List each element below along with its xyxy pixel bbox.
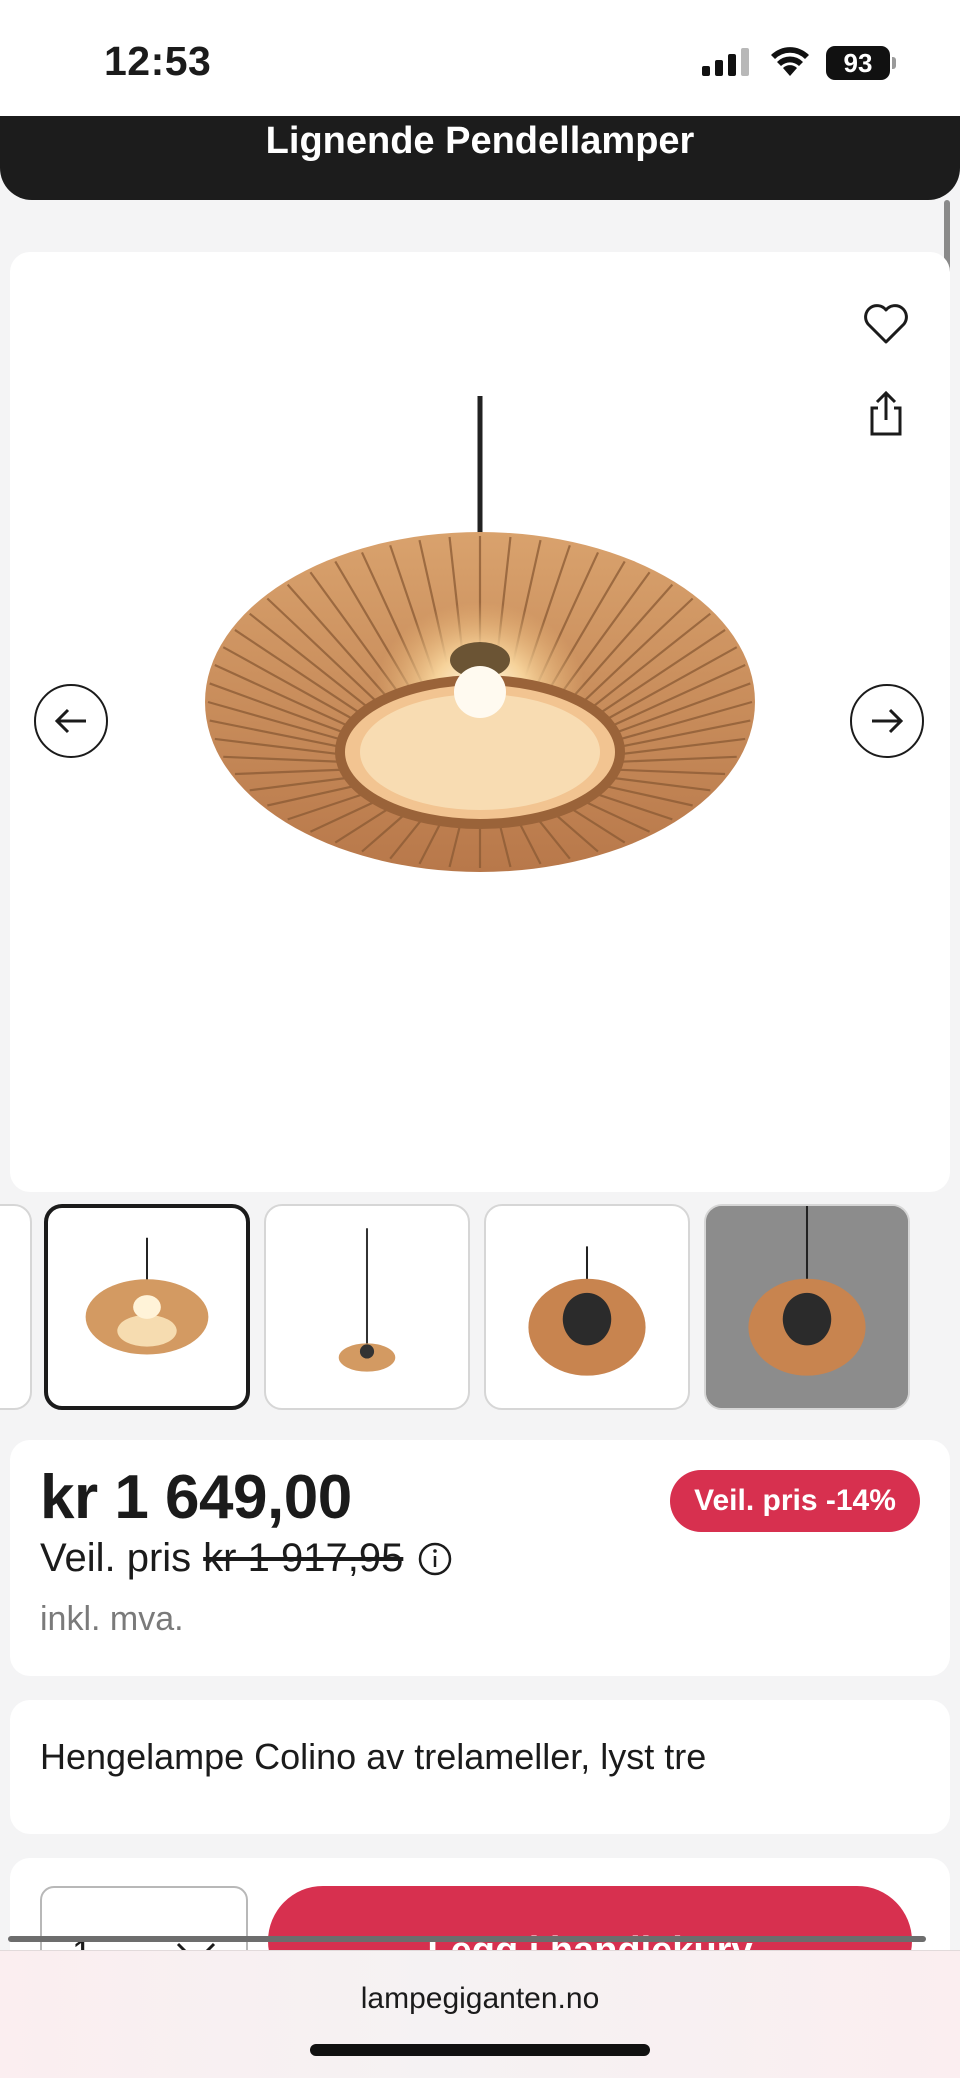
product-image[interactable] [180, 392, 780, 972]
thumbnail-partial[interactable] [0, 1204, 32, 1410]
status-bar: 12:53 93 [0, 0, 960, 116]
heart-icon [864, 304, 908, 344]
url-text[interactable]: lampegiganten.no [0, 1982, 960, 2016]
battery-tip [892, 57, 896, 69]
page-title: Lignende Pendellamper [265, 120, 695, 162]
product-description: Hengelampe Colino av trelameller, lyst t… [40, 1736, 707, 1777]
arrow-left-icon [54, 708, 86, 734]
thumbnail-image [706, 1206, 908, 1408]
wifi-icon [771, 47, 809, 76]
thumbnail-4[interactable] [704, 1204, 910, 1410]
recommended-price: Veil. pris kr 1 917,95 [40, 1536, 453, 1581]
home-indicator [310, 2044, 650, 2056]
recommended-price-label: Veil. pris [40, 1536, 192, 1580]
info-icon[interactable] [417, 1541, 453, 1577]
previous-image-button[interactable] [34, 684, 108, 758]
thumbnail-image [338, 1228, 396, 1372]
thumbnail-image [85, 1237, 209, 1355]
page-load-progress [8, 1936, 926, 1942]
thumbnail-1[interactable] [44, 1204, 250, 1410]
page-header: Lignende Pendellamper [0, 116, 960, 200]
cellular-signal-icon [702, 48, 749, 76]
share-icon [870, 390, 902, 436]
share-button[interactable] [858, 386, 914, 442]
current-price: kr 1 649,00 [40, 1463, 352, 1532]
arrow-right-icon [872, 708, 904, 734]
next-image-button[interactable] [850, 684, 924, 758]
thumbnail-3[interactable] [484, 1204, 690, 1410]
thumbnail-image [528, 1246, 646, 1376]
recommended-price-value: kr 1 917,95 [203, 1536, 404, 1580]
thumbnail-2[interactable] [264, 1204, 470, 1410]
vat-note: inkl. mva. [40, 1600, 184, 1638]
status-time: 12:53 [104, 38, 212, 84]
discount-badge: Veil. pris -14% [670, 1470, 920, 1532]
battery-indicator: 93 [826, 46, 896, 80]
battery-level: 93 [826, 46, 890, 80]
favorite-button[interactable] [854, 298, 918, 350]
